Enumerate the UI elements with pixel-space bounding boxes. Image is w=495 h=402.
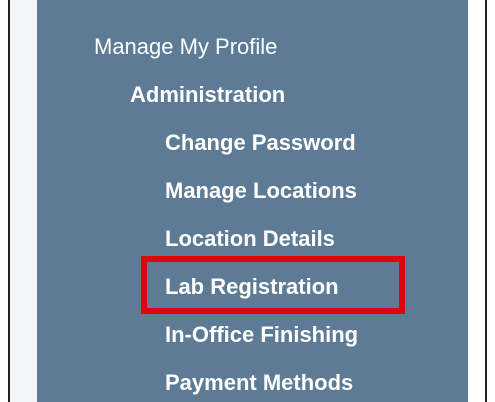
nav-item-manage-locations[interactable]: Manage Locations <box>165 178 357 204</box>
nav-item-in-office-finishing[interactable]: In-Office Finishing <box>165 322 358 348</box>
nav-item-payment-methods[interactable]: Payment Methods <box>165 370 353 396</box>
sidebar-left-strip <box>10 0 37 402</box>
nav-item-location-details[interactable]: Location Details <box>165 226 335 252</box>
nav-item-change-password[interactable]: Change Password <box>165 130 356 156</box>
sidebar-right-strip <box>468 0 485 402</box>
nav-manage-my-profile[interactable]: Manage My Profile <box>94 34 277 60</box>
nav-item-lab-registration[interactable]: Lab Registration <box>165 274 339 300</box>
nav-administration[interactable]: Administration <box>130 82 285 108</box>
